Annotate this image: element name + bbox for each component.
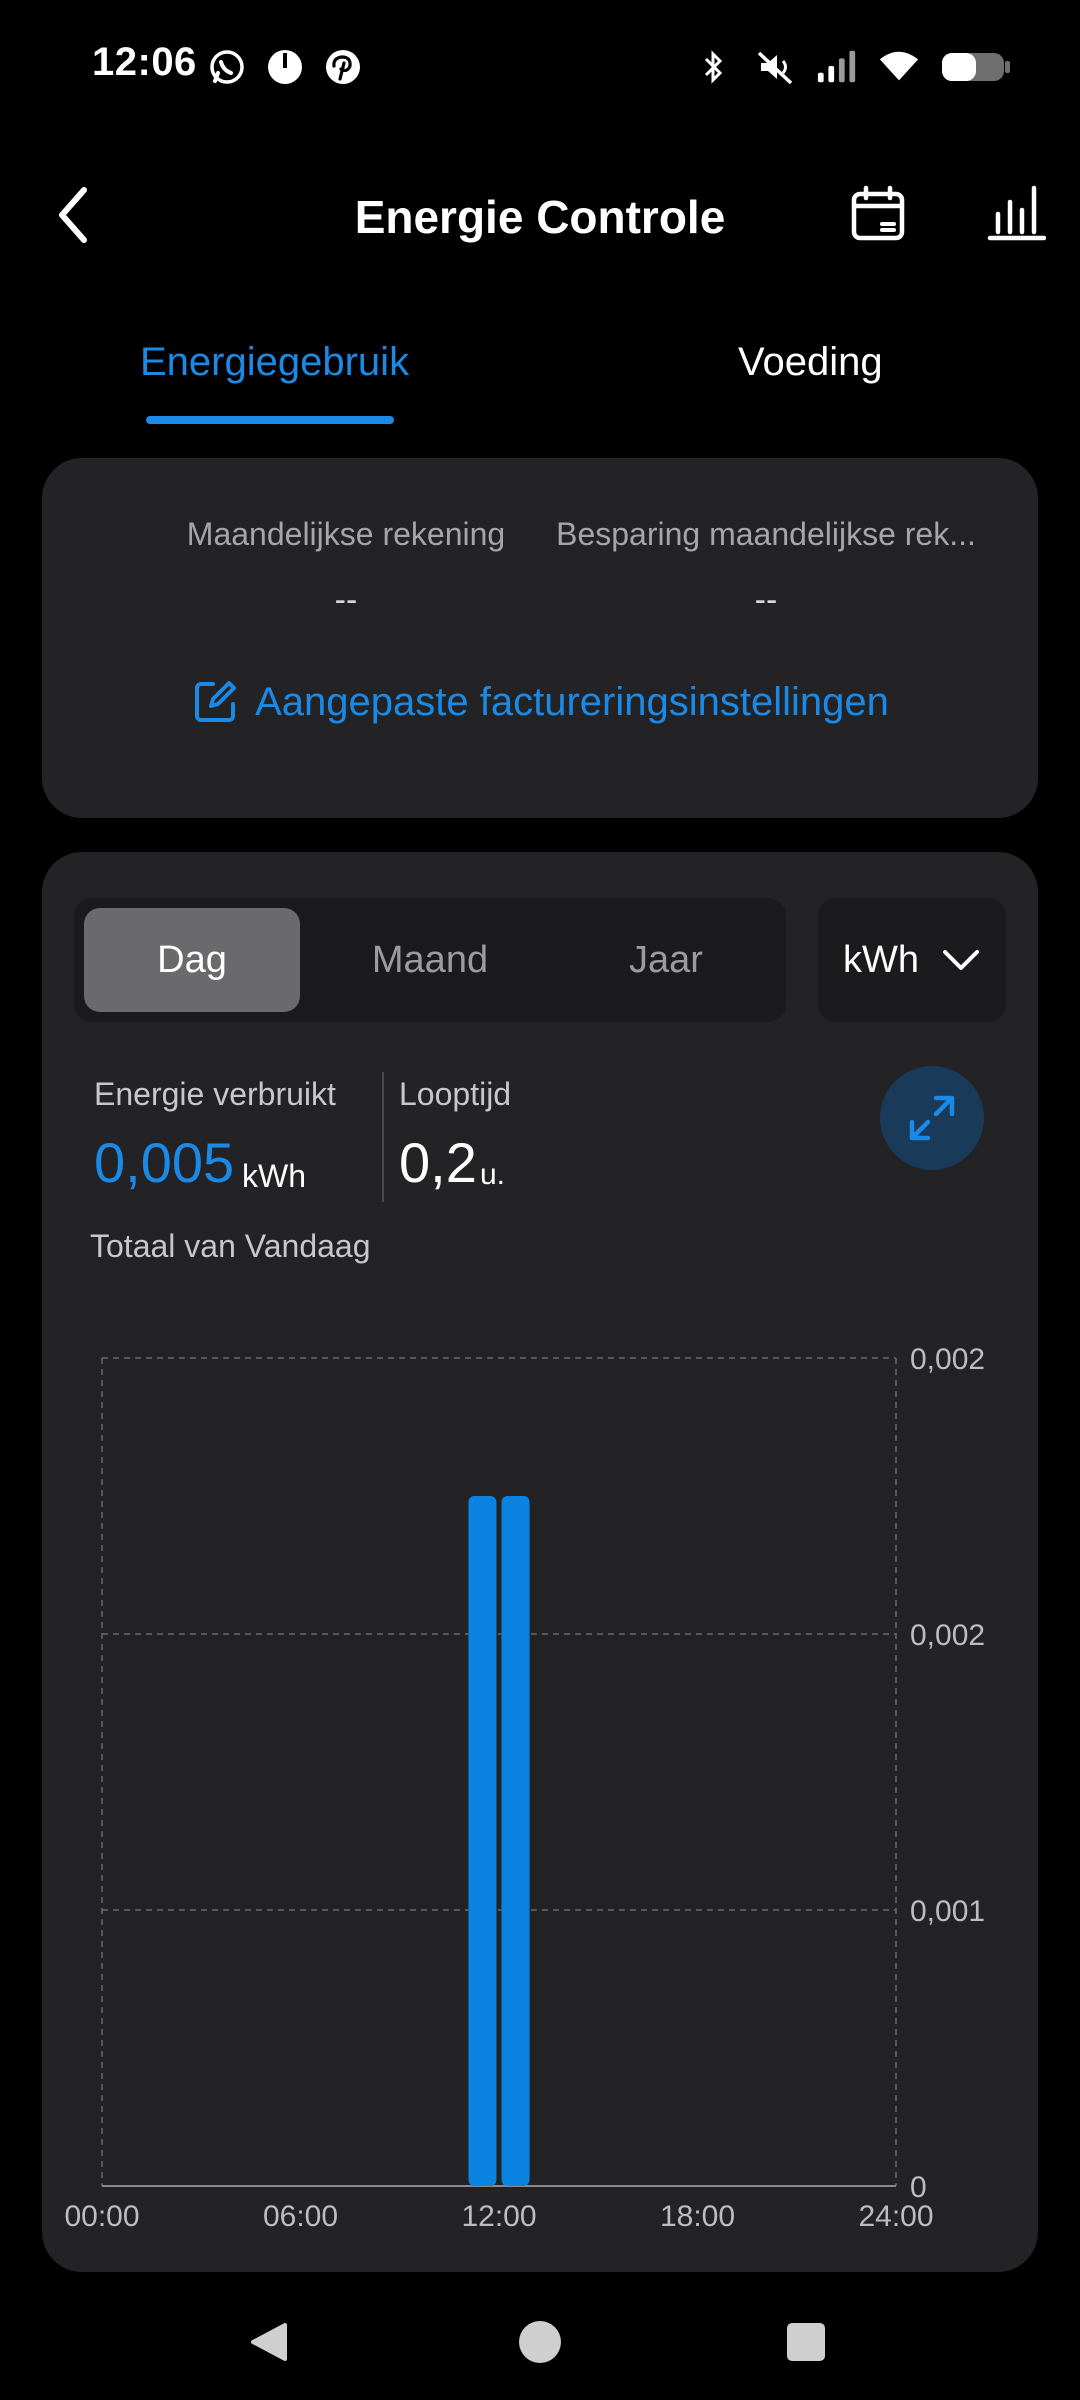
wifi-icon xyxy=(878,46,920,88)
tab-bar: Energiegebruik Voeding xyxy=(0,330,1080,430)
signal-icon xyxy=(816,46,858,88)
bluetooth-icon xyxy=(692,46,734,88)
chart-x-tick-label: 12:00 xyxy=(461,2200,536,2233)
status-left-icons xyxy=(206,46,364,88)
monthly-savings-label: Besparing maandelijkse rek... xyxy=(556,516,976,552)
monthly-savings: Besparing maandelijkse rek... -- xyxy=(556,516,976,620)
monthly-savings-value: -- xyxy=(754,581,778,619)
monthly-bill: Maandelijkse rekening -- xyxy=(136,516,556,620)
active-tab-indicator xyxy=(146,416,394,424)
billing-card: Maandelijkse rekening -- Besparing maand… xyxy=(42,458,1038,818)
statistics-button[interactable] xyxy=(986,184,1047,244)
monthly-bill-value: -- xyxy=(334,581,358,619)
status-right-icons xyxy=(692,46,1012,88)
chart-x-tick-label: 24:00 xyxy=(858,2200,933,2233)
chart-y-tick-label: 0,002 xyxy=(910,1619,985,1652)
screen: 12:06 Energie Controle Energiegebruik Vo… xyxy=(0,0,1080,2400)
calendar-icon xyxy=(851,185,905,241)
chart-y-tick-label: 0,001 xyxy=(910,1895,985,1928)
status-time: 12:06 xyxy=(92,40,197,84)
billing-settings-link[interactable]: Aangepaste factureringsinstellingen xyxy=(42,678,1038,726)
square-recents-icon xyxy=(787,2323,825,2361)
nav-home-button[interactable] xyxy=(510,2312,570,2372)
chart-bar xyxy=(468,1496,497,2186)
nav-recents-button[interactable] xyxy=(776,2312,836,2372)
triangle-back-icon xyxy=(251,2323,287,2361)
energy-chart: 0,0020,0020,001000:00 06:00 12:00 18:00 24:0… xyxy=(64,1343,985,2233)
header: Energie Controle xyxy=(0,150,1080,280)
billing-settings-label: Aangepaste factureringsinstellingen xyxy=(255,679,889,724)
page-title: Energie Controle xyxy=(354,191,726,243)
tab-power-supply[interactable]: Voeding xyxy=(738,340,883,385)
status-bar: 12:06 xyxy=(0,0,1080,130)
energy-card: Dag Maand Jaar kWh Energie verbruikt 0,0… xyxy=(42,852,1038,2272)
system-nav-bar xyxy=(0,2280,1080,2400)
pinterest-icon xyxy=(322,46,364,88)
whatsapp-icon xyxy=(206,46,248,88)
nav-back-button[interactable] xyxy=(240,2312,300,2372)
chart-bar xyxy=(501,1496,530,2186)
monthly-bill-label: Maandelijkse rekening xyxy=(186,516,506,552)
battery-icon xyxy=(940,46,1012,88)
circle-home-icon xyxy=(519,2321,561,2363)
bar-chart-icon xyxy=(987,185,1047,241)
timer-icon xyxy=(264,46,306,88)
chart-x-tick-label: 18:00 xyxy=(660,2200,735,2233)
chart-y-tick-label: 0,002 xyxy=(910,1343,985,1376)
calendar-button[interactable] xyxy=(848,184,908,244)
mute-icon xyxy=(754,46,796,88)
tab-energy-usage[interactable]: Energiegebruik xyxy=(140,340,409,385)
chart-x-tick-label: 00:00 xyxy=(64,2200,139,2233)
chart-x-tick-label: 06:00 xyxy=(263,2200,338,2233)
edit-icon xyxy=(195,681,237,722)
